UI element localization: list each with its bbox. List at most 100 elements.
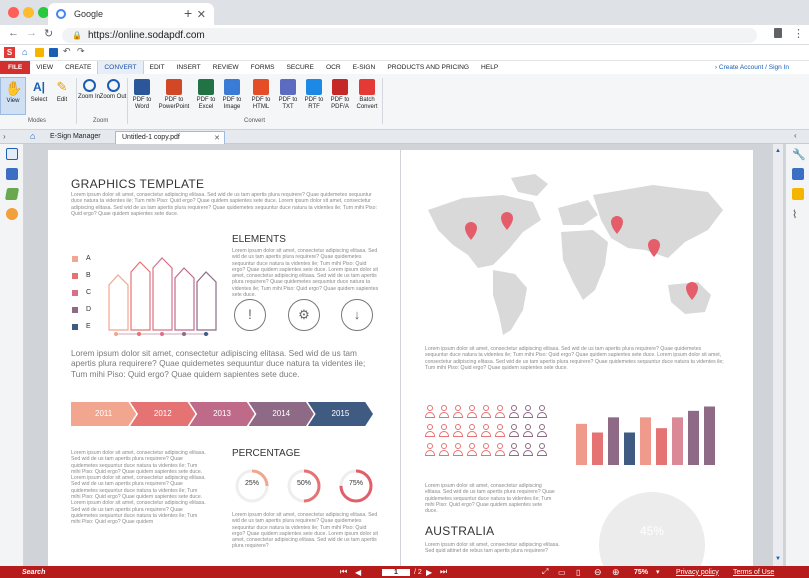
single-page-icon[interactable]: ▯ [576, 568, 580, 577]
australia-heading: AUSTRALIA [425, 524, 495, 538]
menu-create[interactable]: CREATE [59, 61, 97, 74]
terms-link[interactable]: Terms of Use [733, 569, 774, 576]
pdf-to-txt-label: PDF to TXT [278, 97, 298, 110]
bar [704, 406, 715, 465]
legend-swatch [72, 323, 78, 330]
menu-convert[interactable]: CONVERT [97, 61, 144, 74]
select-text-icon: A| [32, 80, 46, 94]
zoom-out-status-icon[interactable]: ⊖ [594, 567, 602, 578]
undo-icon[interactable]: ↶ [63, 46, 71, 57]
zoom-level[interactable]: 75% [634, 569, 648, 576]
page-properties-icon[interactable] [792, 168, 804, 180]
home-tab-icon[interactable]: ⌂ [30, 131, 35, 141]
first-page-icon[interactable]: ⏮ [340, 567, 347, 577]
menu-dots-icon[interactable]: ⋮ [793, 27, 804, 40]
previous-page-icon[interactable]: ◀ [355, 568, 361, 577]
bookmarks-icon[interactable] [6, 168, 18, 180]
legend-label: C [86, 289, 92, 296]
edit-mode-button[interactable]: ✎ Edit [47, 79, 77, 104]
image-file-icon [224, 79, 240, 95]
elements-heading: ELEMENTS [232, 234, 286, 245]
scroll-down-icon[interactable]: ▼ [775, 556, 781, 562]
save-icon[interactable] [49, 48, 58, 57]
forward-arrow-icon[interactable]: → [26, 27, 37, 39]
fit-width-icon[interactable]: ▭ [558, 568, 566, 577]
address-bar: ← → ↻ 🔒 https://online.sodapdf.com ⋮ [0, 25, 809, 45]
close-tab-icon[interactable]: ✕ [197, 8, 206, 21]
scroll-up-icon[interactable]: ▲ [775, 148, 781, 154]
bar [656, 428, 667, 465]
home-icon[interactable]: ⌂ [22, 47, 27, 57]
menu-ocr[interactable]: OCR [320, 61, 347, 74]
lock-icon: 🔒 [72, 31, 82, 40]
comments-icon[interactable] [6, 208, 18, 220]
select-mode-label: Select [30, 97, 48, 103]
vertical-scrollbar[interactable]: ▲ ▼ [773, 144, 783, 566]
pdf-to-pdfa-button[interactable]: PDF to PDF/A [325, 79, 355, 111]
privacy-policy-link[interactable]: Privacy policy [676, 569, 719, 576]
pdf-to-image-button[interactable]: PDF to Image [217, 79, 247, 111]
collapse-right-icon[interactable]: ‹ [794, 131, 797, 140]
zoom-dropdown-icon[interactable]: ▾ [656, 568, 660, 576]
tab-document[interactable]: Untitled-1 copy.pdf ✕ [115, 131, 225, 144]
account-link[interactable]: › Create Account / Sign In [715, 64, 789, 71]
percentage-donut: 75% [338, 468, 374, 504]
esign-tab-label: E-Sign Manager [50, 133, 101, 140]
percentage-paragraph: Lorem ipsum dolor sit amet, consectetur … [232, 512, 378, 550]
modes-group-label: Modes [28, 118, 47, 124]
legend-label: D [86, 306, 92, 313]
tab-esign-manager[interactable]: E-Sign Manager [44, 131, 107, 144]
menu-help[interactable]: HELP [475, 61, 504, 74]
menu-forms[interactable]: FORMS [245, 61, 281, 74]
pdfa-file-icon [332, 79, 348, 95]
profile-icon[interactable] [774, 28, 782, 38]
last-page-icon[interactable]: ⏭ [440, 567, 447, 577]
minimize-window-dot[interactable] [23, 7, 34, 18]
open-folder-icon[interactable] [35, 48, 44, 57]
paperclip-icon[interactable]: ⌇ [792, 208, 804, 221]
axis-dot [114, 332, 118, 336]
close-tab-icon[interactable]: ✕ [214, 134, 220, 142]
menu-esign[interactable]: E-SIGN [347, 61, 382, 74]
view-mode-button[interactable]: ✋ View [0, 77, 26, 115]
menu-file[interactable]: FILE [0, 61, 31, 74]
chart-legend: A B C D E [72, 250, 91, 335]
tools-icon[interactable]: 🔧 [792, 148, 806, 161]
url-field[interactable]: 🔒 https://online.sodapdf.com [62, 28, 757, 43]
menu-review[interactable]: REVIEW [207, 61, 245, 74]
redo-icon[interactable]: ↷ [77, 46, 85, 57]
close-window-dot[interactable] [8, 7, 19, 18]
greenland-shape [511, 174, 548, 196]
layers-icon[interactable] [4, 188, 20, 200]
zoom-in-status-icon[interactable]: ⊕ [612, 567, 620, 578]
attachments-icon[interactable] [792, 188, 804, 200]
menu-insert[interactable]: INSERT [171, 61, 207, 74]
menu-secure[interactable]: SECURE [280, 61, 319, 74]
thumbnails-icon[interactable] [6, 148, 18, 160]
menu-edit[interactable]: EDIT [144, 61, 171, 74]
menu-view[interactable]: VIEW [30, 61, 59, 74]
timeline: 2011 2012 2013 2014 2015 [71, 402, 374, 426]
percentage-donuts: 25% 50% 75% [234, 468, 384, 508]
next-page-icon[interactable]: ▶ [426, 568, 432, 577]
reload-icon[interactable]: ↻ [44, 27, 53, 40]
back-arrow-icon[interactable]: ← [8, 27, 19, 39]
collapse-left-icon[interactable]: › [3, 132, 6, 141]
ribbon-separator [382, 78, 383, 124]
australia-percentage: 45% [639, 524, 665, 538]
document-tab-label: Untitled-1 copy.pdf [122, 134, 180, 141]
pdf-to-word-button[interactable]: PDF to Word [127, 79, 157, 111]
pdf-to-word-label: PDF to Word [132, 97, 152, 110]
person-icon [425, 424, 435, 438]
new-tab-icon[interactable]: + [184, 5, 192, 21]
page-number-field[interactable]: 1 [382, 568, 410, 576]
pdf-to-html-button[interactable]: PDF to HTML [246, 79, 276, 111]
north-america-shape [428, 195, 541, 268]
zoom-out-button[interactable]: Zoom Out [98, 79, 128, 101]
menu-products[interactable]: PRODUCTS AND PRICING [381, 61, 475, 74]
search-field[interactable]: Search [22, 569, 45, 576]
batch-convert-button[interactable]: Batch Convert [352, 79, 382, 111]
pdf-to-powerpoint-button[interactable]: PDF to PowerPoint [156, 79, 192, 111]
person-icon [453, 405, 463, 419]
fit-page-icon[interactable]: ⤢ [542, 567, 548, 577]
